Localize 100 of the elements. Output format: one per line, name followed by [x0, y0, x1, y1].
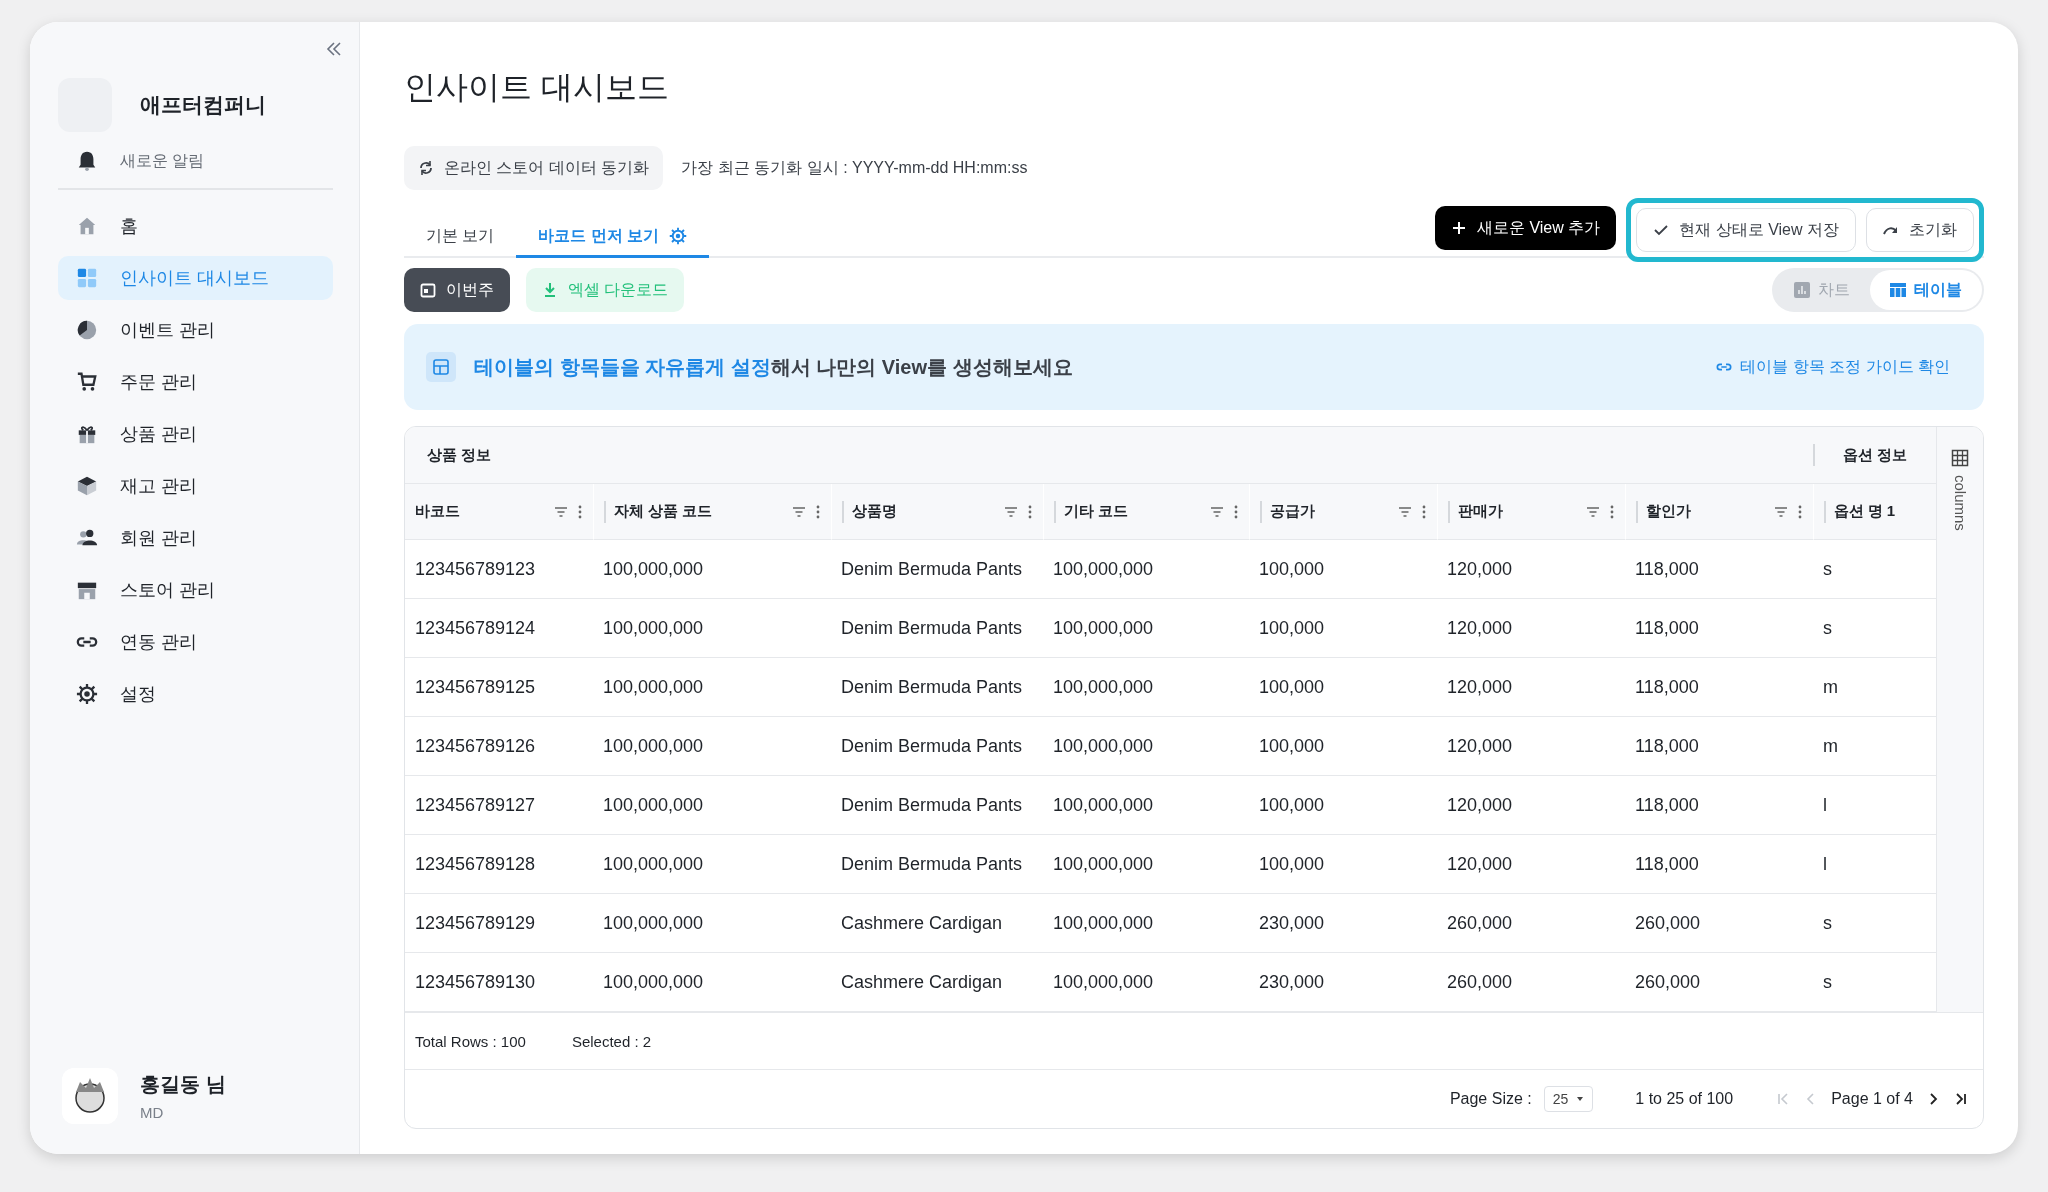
sync-button[interactable]: 온라인 스토어 데이터 동기화	[404, 146, 664, 190]
view-toggle[interactable]: 테이블	[1870, 270, 1982, 310]
columns-panel-tab[interactable]: columns	[1951, 475, 1969, 531]
table-cell: 120,000	[1437, 599, 1625, 658]
table-cell: 100,000	[1249, 835, 1437, 894]
table-cell: 120,000	[1437, 717, 1625, 776]
row-range: 1 to 25 of 100	[1635, 1090, 1734, 1108]
sidebar-label: 이벤트 관리	[120, 319, 215, 342]
sidebar-label: 스토어 관리	[120, 579, 215, 602]
table-cell: 123456789126	[405, 717, 593, 776]
grid-icon[interactable]	[1951, 449, 1969, 467]
gear-icon	[76, 683, 98, 705]
user-role: MD	[140, 1104, 165, 1121]
plus-icon	[1451, 220, 1467, 236]
more-icon[interactable]	[1233, 503, 1239, 520]
more-icon[interactable]	[1421, 503, 1427, 520]
banner-text: 테이블의 항목들을 자유롭게 설정해서 나만의 View를 생성해보세요	[474, 354, 1073, 380]
reset-button[interactable]: 초기화	[1866, 208, 1974, 252]
sidebar-label: 주문 관리	[120, 371, 197, 394]
bar-chart-icon	[1794, 282, 1810, 298]
last-page-icon[interactable]	[1953, 1091, 1969, 1107]
period-button[interactable]: 이번주	[404, 268, 510, 312]
table-cell: 123456789124	[405, 599, 593, 658]
table-cell: 100,000,000	[593, 540, 831, 599]
table-cell: 123456789125	[405, 658, 593, 717]
sidebar-label: 연동 관리	[120, 631, 197, 654]
table-cell: 100,000,000	[593, 776, 831, 835]
table-cell: 100,000,000	[1043, 540, 1249, 599]
table-cell: Denim Bermuda Pants	[831, 776, 1043, 835]
sidebar-item[interactable]: 회원 관리	[58, 516, 333, 560]
sidebar-item[interactable]: 설정	[58, 672, 333, 716]
more-icon[interactable]	[815, 503, 821, 520]
table-cell: 120,000	[1437, 835, 1625, 894]
table-cell: Denim Bermuda Pants	[831, 540, 1043, 599]
more-icon[interactable]	[1609, 503, 1615, 520]
page-size-label: Page Size :	[1449, 1090, 1532, 1108]
sidebar-label: 상품 관리	[120, 423, 197, 446]
collapse-icon[interactable]	[325, 40, 343, 58]
table-cell: 230,000	[1249, 894, 1437, 953]
table-cell: 100,000,000	[593, 953, 831, 1012]
sidebar-item[interactable]: 홈	[58, 204, 333, 248]
sidebar-label: 설정	[120, 683, 156, 706]
column-header[interactable]: 옵션 명 1	[1813, 484, 1936, 540]
sidebar-item[interactable]: 연동 관리	[58, 620, 333, 664]
pie-chart-icon	[76, 319, 98, 341]
column-header[interactable]: 자체 상품 코드	[593, 484, 831, 540]
table-cell: 120,000	[1437, 658, 1625, 717]
column-header[interactable]: 공급가	[1249, 484, 1437, 540]
more-icon[interactable]	[1797, 503, 1803, 520]
table-cell: Denim Bermuda Pants	[831, 599, 1043, 658]
table-cell: 123456789123	[405, 540, 593, 599]
sidebar-item[interactable]: 상품 관리	[58, 412, 333, 456]
table-cell: 100,000,000	[593, 599, 831, 658]
last-sync-text: 가장 최근 동기화 일시 : YYYY-mm-dd HH:mm:ss	[681, 157, 1028, 178]
page-indicator: Page 1 of 4	[1831, 1090, 1913, 1108]
settings-icon[interactable]	[669, 227, 688, 245]
table-cell: 100,000,000	[1043, 658, 1249, 717]
column-header[interactable]: 상품명	[831, 484, 1043, 540]
table-cell: 100,000	[1249, 776, 1437, 835]
notification-link[interactable]: 새로운 알림	[120, 150, 205, 172]
more-icon[interactable]	[1027, 503, 1033, 520]
page-size-select[interactable]: 25	[1543, 1086, 1594, 1112]
table-cell: 100,000	[1249, 717, 1437, 776]
caret-icon	[1576, 1096, 1585, 1102]
sidebar-item[interactable]: 주문 관리	[58, 360, 333, 404]
table-cell: 123456789128	[405, 835, 593, 894]
table-cell: 118,000	[1625, 658, 1813, 717]
gift-icon	[76, 423, 98, 445]
table-cell: Denim Bermuda Pants	[831, 658, 1043, 717]
sidebar-label: 인사이트 대시보드	[120, 267, 269, 290]
total-rows: Total Rows : 100	[415, 1032, 526, 1050]
table-cell: 118,000	[1625, 540, 1813, 599]
column-header[interactable]: 할인가	[1625, 484, 1813, 540]
grid-icon	[76, 267, 98, 289]
view-tab[interactable]: 기본 보기	[404, 217, 517, 258]
sidebar-item[interactable]: 이벤트 관리	[58, 308, 333, 352]
sidebar-item[interactable]: 재고 관리	[58, 464, 333, 508]
bell-icon	[76, 150, 98, 172]
table-cell: 260,000	[1437, 953, 1625, 1012]
table-cell: 100,000	[1249, 599, 1437, 658]
table-cell: 123456789129	[405, 894, 593, 953]
column-header[interactable]: 바코드	[405, 484, 593, 540]
sidebar-item[interactable]: 스토어 관리	[58, 568, 333, 612]
table-cell: Cashmere Cardigan	[831, 953, 1043, 1012]
table-cell: 123456789130	[405, 953, 593, 1012]
column-group-header: 상품 정보	[405, 427, 1813, 484]
table-cell: Cashmere Cardigan	[831, 894, 1043, 953]
save-view-button[interactable]: 현재 상태로 View 저장	[1636, 208, 1856, 252]
table-cell: 118,000	[1625, 599, 1813, 658]
download-icon	[542, 282, 558, 298]
view-tab[interactable]: 바코드 먼저 보기	[516, 217, 710, 258]
selected-count: Selected : 2	[571, 1032, 652, 1050]
table-cell: 100,000,000	[1043, 776, 1249, 835]
column-header[interactable]: 판매가	[1437, 484, 1625, 540]
table-cell: 100,000,000	[1043, 953, 1249, 1012]
table-cell: 100,000,000	[1043, 599, 1249, 658]
add-view-button[interactable]: 새로운 View 추가	[1435, 206, 1617, 250]
table-cell: Denim Bermuda Pants	[831, 835, 1043, 894]
column-header[interactable]: 기타 코드	[1043, 484, 1249, 540]
more-icon[interactable]	[577, 503, 583, 520]
